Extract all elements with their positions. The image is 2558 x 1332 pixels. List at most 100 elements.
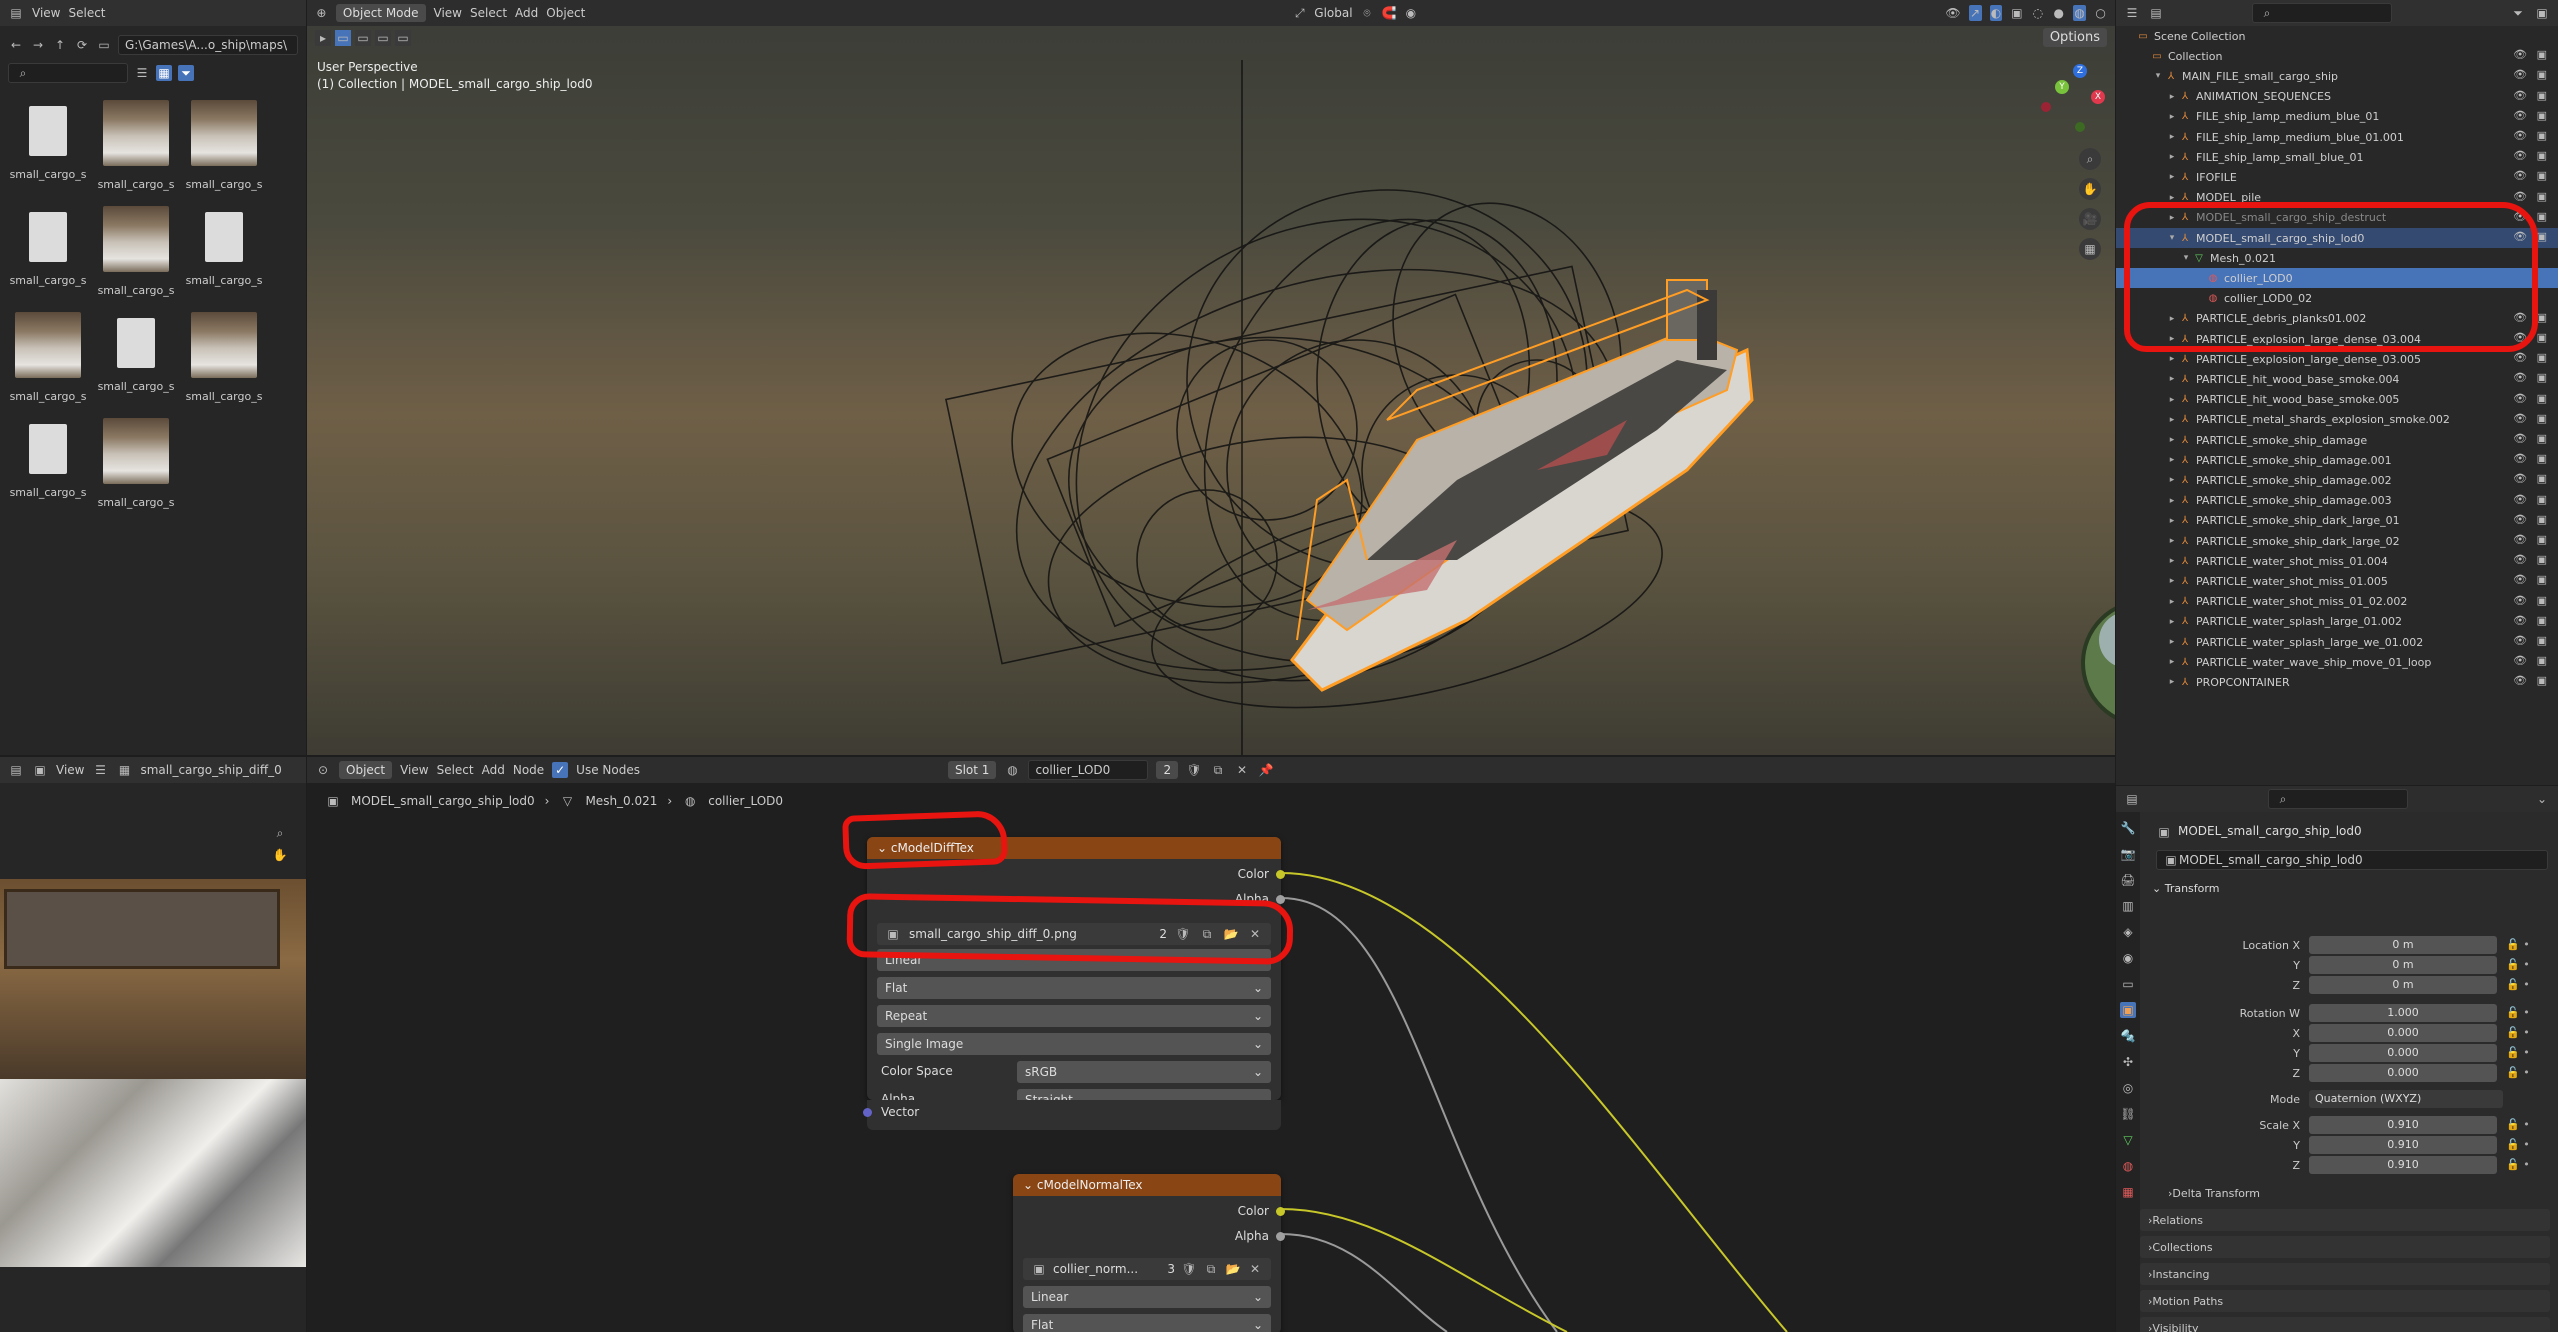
expand-arrow-icon[interactable]: ▸ — [2166, 496, 2178, 506]
visibility-icon[interactable]: 👁 ▣ — [2513, 533, 2550, 546]
lock-icon[interactable]: 🔓 • — [2506, 958, 2530, 971]
visibility-icon[interactable]: 👁 ▣ — [2513, 432, 2550, 445]
expand-arrow-icon[interactable]: ▸ — [2166, 536, 2178, 546]
lock-icon[interactable]: 🔓 • — [2506, 1026, 2530, 1039]
outliner-item[interactable]: ▸ ⅄ FILE_ship_lamp_small_blue_01 👁 ▣ — [2116, 147, 2558, 167]
outliner-item[interactable]: ▸ ⅄ PARTICLE_water_splash_large_we_01.002 👁… — [2116, 632, 2558, 652]
filter-icon[interactable]: ⏷ — [2510, 5, 2526, 21]
expand-arrow-icon[interactable]: ▸ — [2166, 112, 2178, 122]
property-value-field[interactable]: 0 m — [2309, 976, 2497, 994]
panel-delta-transform[interactable]: › Delta Transform — [2160, 1182, 2550, 1204]
expand-arrow-icon[interactable]: ▸ — [2166, 374, 2178, 384]
file-thumbnail[interactable]: small_cargo_s — [92, 418, 180, 509]
pan-hand-icon[interactable]: ✋ — [2079, 178, 2101, 200]
property-value-field[interactable]: 0.910 — [2309, 1156, 2497, 1174]
visibility-icon[interactable]: 👁 ▣ — [2513, 68, 2550, 81]
expand-arrow-icon[interactable]: ▸ — [2166, 92, 2178, 102]
outliner-item[interactable]: ▭ Collection 👁 ▣ — [2116, 46, 2558, 66]
diff-source-dropdown[interactable]: Single Image ⌄ — [877, 1033, 1271, 1055]
outliner-item[interactable]: ▸ ⅄ FILE_ship_lamp_medium_blue_01.001 👁 ▣ — [2116, 127, 2558, 147]
visibility-icon[interactable]: 👁 ▣ — [2513, 614, 2550, 627]
diff-color-socket[interactable] — [1276, 870, 1285, 879]
grid-icon[interactable]: ▦ — [2079, 238, 2101, 260]
pan-hand-icon[interactable]: ✋ — [272, 847, 288, 863]
file-thumbnail[interactable]: small_cargo_s — [180, 100, 268, 191]
diff-vector-socket[interactable] — [863, 1108, 872, 1117]
navigation-gizmo[interactable]: Z X Y — [2035, 62, 2105, 142]
file-thumbnail[interactable]: small_cargo_s — [4, 206, 92, 287]
property-value-field[interactable]: 0.910 — [2309, 1116, 2497, 1134]
outliner-item[interactable]: ▸ ⅄ PARTICLE_hit_wood_base_smoke.005 👁 ▣ — [2116, 390, 2558, 410]
expand-arrow-icon[interactable]: ▸ — [2166, 617, 2178, 627]
outliner-item[interactable]: ▸ ⅄ PARTICLE_explosion_large_dense_03.005 👁… — [2116, 349, 2558, 369]
camera-icon[interactable]: 🎥 — [2079, 208, 2101, 230]
menu-icon[interactable]: ☰ — [92, 762, 108, 778]
visibility-icon[interactable]: 👁 ▣ — [2513, 169, 2550, 182]
panel-collections[interactable]: › Collections — [2140, 1236, 2550, 1258]
file-thumbnail[interactable]: small_cargo_s — [4, 312, 92, 403]
visibility-icon[interactable]: 👁 ▣ — [2513, 573, 2550, 586]
normal-interpolation-dropdown[interactable]: Linear ⌄ — [1023, 1286, 1271, 1308]
outliner-item[interactable]: ▸ ⅄ PROPCONTAINER 👁 ▣ — [2116, 672, 2558, 692]
expand-arrow-icon[interactable]: ▸ — [2166, 172, 2178, 182]
normal-alpha-socket[interactable] — [1276, 1232, 1285, 1241]
visibility-icon[interactable]: 👁 ▣ — [2513, 392, 2550, 405]
outliner-item[interactable]: ▸ ⅄ PARTICLE_metal_shards_explosion_smoke.… — [2116, 410, 2558, 430]
back-icon[interactable]: ← — [8, 37, 24, 53]
outliner-item[interactable]: ▸ ⅄ PARTICLE_smoke_ship_damage.002 👁 ▣ — [2116, 470, 2558, 490]
texture-canvas[interactable] — [0, 879, 306, 1267]
property-value-field[interactable]: 0.000 — [2309, 1044, 2497, 1062]
editor-type-icon[interactable]: ▤ — [8, 5, 24, 21]
image-browse-icon[interactable]: ▦ — [116, 762, 132, 778]
outliner-item[interactable]: ▸ ⅄ FILE_ship_lamp_medium_blue_01 👁 ▣ — [2116, 107, 2558, 127]
expand-arrow-icon[interactable]: ▸ — [2166, 455, 2178, 465]
unlink-icon[interactable]: ✕ — [1247, 1261, 1263, 1277]
visibility-icon[interactable]: 👁 ▣ — [2513, 674, 2550, 687]
normal-texture-node[interactable]: ⌄ cModelNormalTex Color Alpha ▣ collier_n… — [1013, 1174, 1285, 1332]
outliner-item[interactable]: ▸ ⅄ PARTICLE_water_shot_miss_01_02.002 👁 ▣ — [2116, 592, 2558, 612]
duplicate-icon[interactable]: ⧉ — [1203, 1261, 1219, 1277]
expand-arrow-icon[interactable]: ▸ — [2166, 516, 2178, 526]
image-mode-icon[interactable]: ▣ — [32, 762, 48, 778]
file-thumbnail[interactable]: small_cargo_s — [180, 206, 268, 287]
visibility-icon[interactable]: 👁 ▣ — [2513, 493, 2550, 506]
display-mode-icon[interactable]: ▤ — [2148, 5, 2164, 21]
property-value-field[interactable]: 0.000 — [2309, 1024, 2497, 1042]
file-thumbnail[interactable]: small_cargo_s — [92, 100, 180, 191]
visibility-icon[interactable]: 👁 ▣ — [2513, 89, 2550, 102]
expand-arrow-icon[interactable]: ▸ — [2166, 354, 2178, 364]
collapse-icon[interactable]: ⌄ — [1023, 1178, 1037, 1192]
panel-motion-paths[interactable]: › Motion Paths — [2140, 1290, 2550, 1312]
expand-arrow-icon[interactable]: ▸ — [2166, 597, 2178, 607]
expand-arrow-icon[interactable]: ▸ — [2166, 435, 2178, 445]
new-collection-icon[interactable]: ▣ — [2534, 5, 2550, 21]
menu-select[interactable]: Select — [68, 6, 105, 20]
outliner-item[interactable]: ▸ ⅄ PARTICLE_water_splash_large_01.002 👁 ▣ — [2116, 612, 2558, 632]
visibility-icon[interactable]: 👁 ▣ — [2513, 594, 2550, 607]
expand-arrow-icon[interactable]: ▾ — [2152, 71, 2164, 81]
expand-arrow-icon[interactable]: ▸ — [2166, 152, 2178, 162]
panel-visibility[interactable]: › Visibility — [2140, 1317, 2550, 1332]
normal-image-name[interactable]: collier_norm... — [1053, 1262, 1138, 1276]
property-value-field[interactable]: 0.910 — [2309, 1136, 2497, 1154]
forward-icon[interactable]: → — [30, 37, 46, 53]
visibility-icon[interactable]: 👁 ▣ — [2513, 190, 2550, 203]
expand-arrow-icon[interactable]: ▸ — [2166, 677, 2178, 687]
property-value-field[interactable]: 1.000 — [2309, 1004, 2497, 1022]
shader-node-editor[interactable]: ⊙ Object View Select Add Node ✓ Use Node… — [307, 757, 2115, 1332]
visibility-icon[interactable]: 👁 ▣ — [2513, 351, 2550, 364]
gizmo-neg-x[interactable] — [2041, 102, 2051, 112]
lock-icon[interactable]: 🔓 • — [2506, 1118, 2530, 1131]
file-thumbnail[interactable]: small_cargo_s — [4, 100, 92, 181]
filter-icon[interactable]: ⏷ — [178, 65, 194, 81]
diff-colorspace-dropdown[interactable]: sRGB ⌄ — [1017, 1061, 1271, 1083]
lock-icon[interactable]: 🔓 • — [2506, 938, 2530, 951]
expand-arrow-icon[interactable]: ▸ — [2166, 475, 2178, 485]
rotation-mode-dropdown[interactable]: Quaternion (WXYZ) — [2309, 1090, 2503, 1108]
expand-arrow-icon[interactable]: ▸ — [2166, 576, 2178, 586]
file-search-input[interactable]: ⌕ — [8, 63, 128, 83]
panel-instancing[interactable]: › Instancing — [2140, 1263, 2550, 1285]
zoom-icon[interactable]: ⌕ — [2079, 148, 2101, 170]
visibility-icon[interactable]: 👁 ▣ — [2513, 149, 2550, 162]
lock-icon[interactable]: 🔓 • — [2506, 1066, 2530, 1079]
